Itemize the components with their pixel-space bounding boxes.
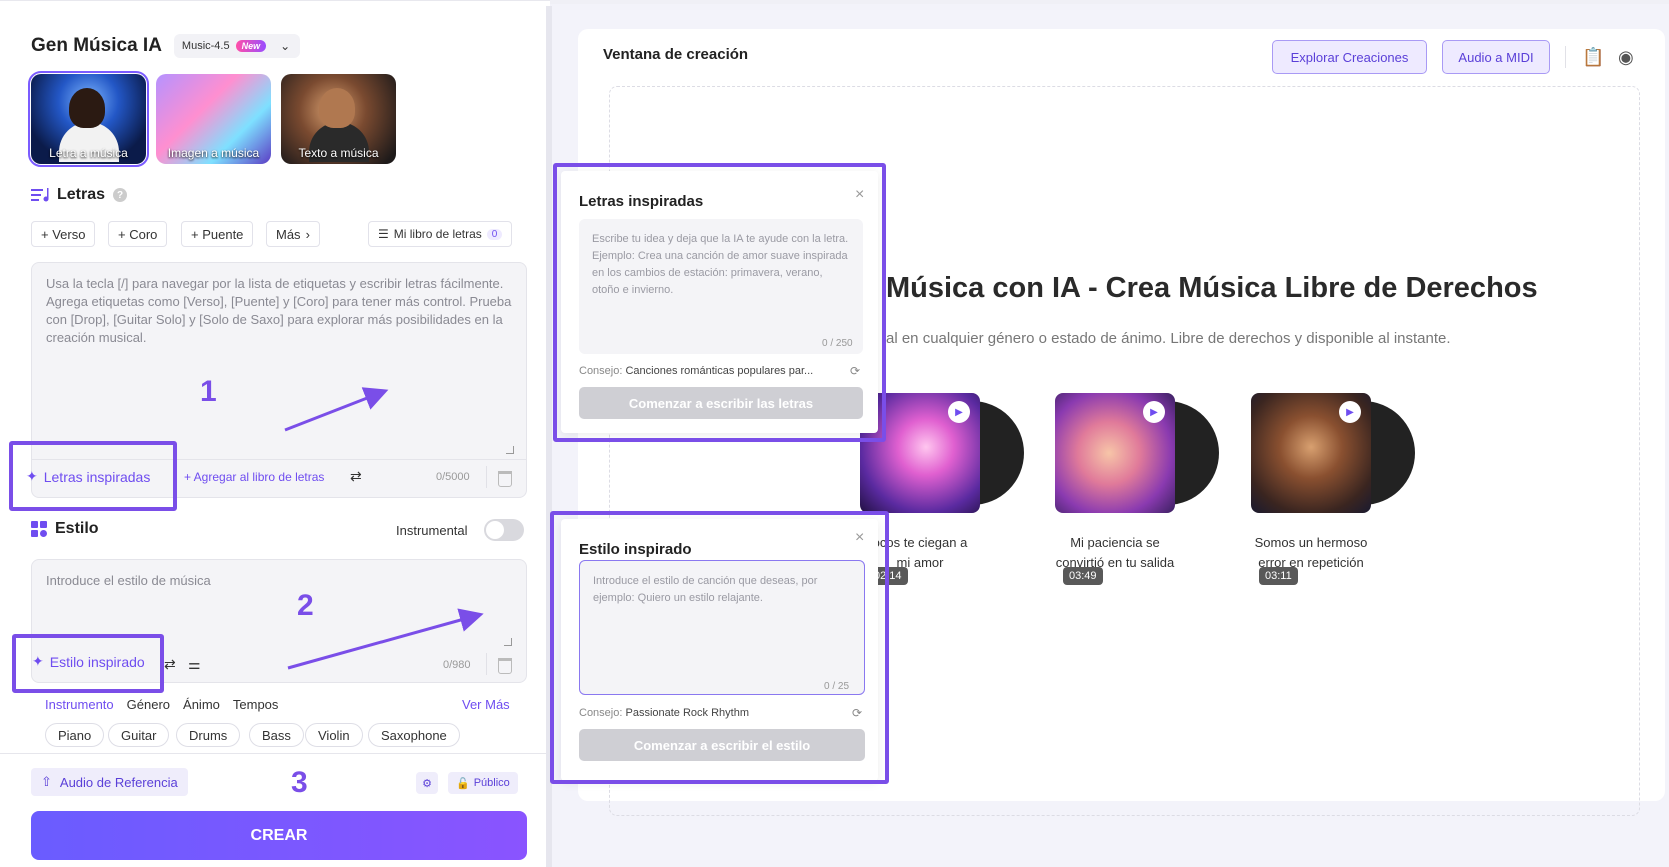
discord-icon[interactable]: ◉: [1618, 47, 1634, 68]
play-icon[interactable]: ▶: [1339, 401, 1361, 423]
separator: [1565, 46, 1566, 68]
mode-cards: Letra a música Imagen a música Texto a m…: [28, 71, 396, 167]
hero-title: Música con IA - Crea Música Libre de Der…: [886, 272, 1538, 304]
mode-label: Imagen a música: [167, 146, 260, 160]
highlight-box-inspired-lyrics: [9, 441, 177, 511]
create-button[interactable]: CREAR: [31, 811, 527, 860]
play-icon[interactable]: ▶: [1143, 401, 1165, 423]
mode-card-image-to-music[interactable]: Imagen a música: [156, 74, 271, 164]
add-verse-button[interactable]: + Verso: [31, 221, 96, 247]
style-heading: Estilo: [31, 520, 99, 538]
instrumental-label: Instrumental: [396, 523, 468, 538]
lock-reset-icon[interactable]: ⚌: [188, 656, 201, 673]
more-tags-button[interactable]: Más ›: [266, 221, 320, 247]
lyrics-title: Letras: [57, 186, 106, 203]
style-pill-violin[interactable]: Violin: [305, 723, 363, 747]
reference-audio-label: Audio de Referencia: [59, 774, 178, 790]
song-card[interactable]: ▶ 03:11 Somos un hermoso error en repeti…: [1251, 393, 1415, 593]
tab-mood[interactable]: Ánimo: [183, 697, 220, 712]
style-pill-saxophone[interactable]: Saxophone: [368, 723, 460, 747]
song-title: Somos un hermoso error en repetición: [1254, 535, 1368, 570]
tab-genre[interactable]: Género: [127, 697, 170, 712]
add-bridge-button[interactable]: + Puente: [181, 221, 254, 247]
book-label: Mi libro de letras: [393, 227, 482, 241]
mode-label: Texto a música: [298, 146, 379, 160]
add-chorus-button[interactable]: + Coro: [108, 221, 168, 247]
visibility-public-button[interactable]: 🔓 Público: [448, 772, 518, 794]
singer-head: [69, 88, 105, 128]
book-count-badge: 0: [486, 228, 503, 240]
separator: [486, 466, 487, 488]
chip-label: + Coro: [118, 226, 158, 242]
play-icon[interactable]: ▶: [948, 401, 970, 423]
style-tabs: Instrumento Género Ánimo Tempos: [45, 697, 278, 712]
audio-to-midi-button[interactable]: Audio a MIDI: [1442, 40, 1550, 74]
resize-handle[interactable]: [504, 638, 512, 646]
shuffle-icon[interactable]: ⇄: [164, 656, 176, 673]
tab-instrument[interactable]: Instrumento: [45, 697, 114, 712]
left-sidebar: Gen Música IA Music-4.5 New ⌄ Letra a mú…: [0, 0, 550, 867]
style-counter: 0/980: [443, 659, 471, 671]
highlight-box-style-popup: [550, 511, 889, 784]
explore-creations-button[interactable]: Explorar Creaciones: [1272, 40, 1427, 74]
highlight-box-lyrics-popup: [553, 163, 886, 442]
annotation-number-3: 3: [291, 766, 308, 799]
panel-title: Ventana de creación: [603, 46, 749, 63]
reference-audio-button[interactable]: ⇧ Audio de Referencia: [31, 768, 188, 796]
trash-icon[interactable]: [498, 658, 512, 674]
trash-icon[interactable]: [498, 471, 512, 487]
add-to-lyrics-book-button[interactable]: + Agregar al libro de letras: [184, 470, 324, 484]
new-badge: New: [235, 40, 267, 52]
lock-icon: 🔓: [456, 777, 470, 790]
lyrics-icon: [31, 188, 49, 202]
style-pill-guitar[interactable]: Guitar: [108, 723, 170, 747]
style-pill-bass[interactable]: Bass: [249, 723, 304, 747]
chevron-right-icon: ›: [305, 226, 310, 242]
lyrics-placeholder: Usa la tecla [/] para navegar por la lis…: [46, 276, 512, 345]
annotation-number-2: 2: [297, 589, 314, 622]
chevron-down-icon: ⌄: [280, 39, 291, 53]
public-label: Público: [473, 777, 510, 789]
model-name: Music-4.5: [181, 40, 230, 52]
style-title: Estilo: [55, 520, 99, 537]
style-pill-piano[interactable]: Piano: [45, 723, 105, 747]
mode-card-lyrics-to-music[interactable]: Letra a música: [28, 71, 149, 167]
song-card[interactable]: ▶ 03:49 Mi paciencia se convirtió en tu …: [1055, 393, 1219, 593]
annotation-number-1: 1: [200, 375, 217, 408]
song-title: Mi paciencia se convirtió en tu salida: [1055, 535, 1175, 570]
lyrics-counter: 0/5000: [436, 471, 470, 483]
chip-label: Más: [276, 226, 301, 242]
lyrics-heading: Letras ?: [31, 186, 128, 204]
model-selector[interactable]: Music-4.5 New ⌄: [173, 34, 301, 58]
producer-head: [319, 88, 355, 128]
settings-gear-icon[interactable]: ⚙: [416, 772, 438, 794]
upload-icon: ⇧: [41, 774, 52, 789]
app-title: Gen Música IA: [31, 35, 162, 56]
resize-handle[interactable]: [506, 446, 514, 454]
lyrics-book-button[interactable]: ☰ Mi libro de letras 0: [368, 221, 513, 247]
style-grid-icon: [31, 521, 47, 537]
tab-tempo[interactable]: Tempos: [233, 697, 279, 712]
mode-label: Letra a música: [49, 146, 128, 160]
task-list-icon[interactable]: 📋: [1582, 47, 1604, 68]
chip-label: + Verso: [41, 226, 86, 242]
style-placeholder: Introduce el estilo de música: [46, 573, 211, 588]
see-more-link[interactable]: Ver Más: [462, 697, 510, 712]
bottom-divider: [0, 753, 548, 754]
hero-subtitle: al en cualquier género o estado de ánimo…: [886, 330, 1451, 347]
instrumental-toggle[interactable]: [484, 519, 524, 541]
shuffle-icon[interactable]: ⇄: [350, 468, 362, 485]
separator: [486, 653, 487, 675]
highlight-box-inspired-style: [12, 634, 164, 693]
help-icon[interactable]: ?: [113, 188, 128, 202]
style-pill-drums[interactable]: Drums: [176, 723, 241, 747]
mode-card-text-to-music[interactable]: Texto a música: [281, 74, 396, 164]
chip-label: + Puente: [191, 226, 244, 242]
book-icon: ☰: [378, 227, 389, 241]
app-header: Gen Música IA Music-4.5 New ⌄: [31, 34, 301, 58]
